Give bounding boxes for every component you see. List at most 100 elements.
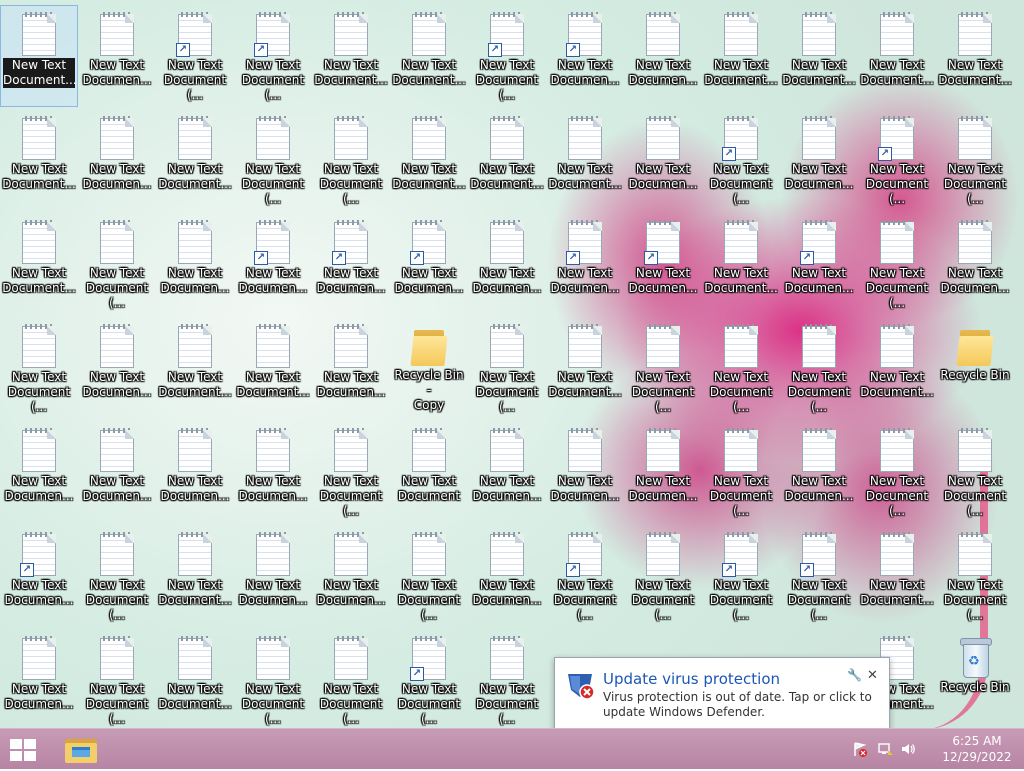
volume-icon[interactable] [900,741,916,757]
desktop-icon-recycle-bin[interactable]: ♻ Recycle Bin [937,630,1013,730]
desktop-icon-text-document[interactable]: New Text Documen... [313,318,389,418]
desktop-icon-folder[interactable]: Recycle Bin [937,318,1013,418]
desktop-icon-text-document[interactable]: New Text Document... [859,6,935,106]
desktop-icon-text-document[interactable]: ↗ New Text Document (... [157,6,233,106]
desktop-icon-text-document[interactable]: ↗ New Text Document (... [391,630,467,730]
desktop-icon-text-document[interactable]: New Text Document (... [235,630,311,730]
desktop-icon-text-document[interactable]: New Text Document... [547,318,623,418]
desktop-icon-text-document[interactable]: ↗ New Text Document (... [235,6,311,106]
desktop-icon-text-document[interactable]: New Text Documen... [79,318,155,418]
desktop-icon-text-document[interactable]: New Text Document [391,422,467,522]
desktop-icon-text-document[interactable]: New Text Documen... [469,214,545,314]
desktop-icon-text-document[interactable]: New Text Document... [391,110,467,210]
desktop-icon-text-document[interactable]: New Text Document... [157,318,233,418]
desktop-icon-text-document[interactable]: New Text Documen... [313,526,389,626]
desktop-icon-text-document[interactable]: New Text Document... [703,214,779,314]
desktop-icon-folder[interactable]: Recycle Bin - Copy [391,318,467,418]
desktop-icon-text-document[interactable]: New Text Documen... [547,422,623,522]
pin-icon[interactable]: 🔧 [847,668,862,682]
desktop-icon-text-document[interactable]: ↗ New Text Document (... [703,110,779,210]
desktop-icon-text-document[interactable]: New Text Document (... [313,630,389,730]
desktop-icon-text-document[interactable]: New Text Document... [313,6,389,106]
desktop-icon-text-document[interactable]: ↗ New Text Documen... [547,214,623,314]
file-explorer-button[interactable] [62,733,100,767]
desktop-icon-text-document[interactable]: New Text Documen... [469,526,545,626]
desktop-icon-text-document[interactable]: New Text Document (... [313,110,389,210]
desktop-icon-text-document[interactable]: New Text Document... [469,110,545,210]
desktop-icon-text-document[interactable]: ↗ New Text Documen... [391,214,467,314]
desktop-icon-text-document[interactable]: ↗ New Text Documen... [781,214,857,314]
desktop-icon-text-document[interactable]: New Text Documen... [157,214,233,314]
desktop-icon-text-document[interactable]: ↗ New Text Document (... [781,526,857,626]
desktop-icon-text-document[interactable]: New Text Document (... [469,318,545,418]
desktop-icon-text-document[interactable]: New Text Document... [1,110,77,210]
desktop-icon-text-document[interactable]: New Text Documen... [235,526,311,626]
action-center-flag-icon[interactable] [852,741,868,757]
desktop-icon-text-document[interactable]: ↗ New Text Document (... [547,526,623,626]
desktop-icon-text-document[interactable]: New Text Documen... [781,422,857,522]
desktop-icon-text-document[interactable]: New Text Document (... [391,526,467,626]
start-button[interactable] [8,737,38,763]
desktop-icon-text-document[interactable]: New Text Document (... [79,630,155,730]
desktop-icon-text-document[interactable]: New Text Document... [235,318,311,418]
desktop-icon-text-document[interactable]: New Text Documen... [625,110,701,210]
desktop-icon-text-document[interactable]: New Text Document... [547,110,623,210]
desktop-icon-text-document[interactable]: New Text Documen... [625,422,701,522]
desktop-icon-text-document[interactable]: New Text Document... [937,6,1013,106]
desktop-icon-text-document[interactable]: New Text Document (... [625,318,701,418]
desktop-icon-text-document[interactable]: New Text Document (... [235,110,311,210]
desktop-icon-text-document[interactable]: ↗ New Text Documen... [235,214,311,314]
desktop-icon-text-document[interactable]: New Text Document (... [937,110,1013,210]
desktop-icon-text-document[interactable]: New Text Document... [391,6,467,106]
text-document-icon [22,12,56,56]
desktop-icon-label: Recycle Bin [940,680,1010,694]
desktop-icon-text-document[interactable]: New Text Document (... [859,422,935,522]
desktop-icon-text-document[interactable]: New Text Documen... [469,422,545,522]
desktop-icon-text-document[interactable]: New Text Document (... [469,630,545,730]
desktop-icon-text-document[interactable]: New Text Documen... [157,422,233,522]
desktop-icon-text-document[interactable]: New Text Document... [859,318,935,418]
desktop-icon-text-document[interactable]: New Text Documen... [79,422,155,522]
desktop-icon-text-document[interactable]: New Text Documen... [235,422,311,522]
desktop-icon-text-document[interactable]: ↗ New Text Document (... [703,526,779,626]
desktop-icon-text-document[interactable]: ↗ New Text Documen... [625,214,701,314]
desktop-icon-text-document[interactable]: New Text Documen... [781,110,857,210]
desktop-icon-text-document[interactable]: New Text Documen... [79,6,155,106]
desktop-icon-text-document[interactable]: New Text Document... [781,6,857,106]
desktop-icon-text-document[interactable]: New Text Document (... [313,422,389,522]
desktop-icon-text-document[interactable]: New Text Document (... [781,318,857,418]
desktop-icon-text-document[interactable]: New Text Documen... [1,422,77,522]
desktop-icon-text-document[interactable]: New Text Document (... [703,318,779,418]
desktop-icon-text-document[interactable]: New Text Document... [157,526,233,626]
desktop-icon-text-document[interactable]: New Text Document (... [625,526,701,626]
desktop-icon-text-document[interactable]: New Text Document... [157,630,233,730]
desktop-icon-text-document[interactable]: New Text Documen... [1,630,77,730]
desktop-icon-text-document[interactable]: ↗ New Text Documen... [313,214,389,314]
desktop-icon-text-document[interactable]: New Text Document... [0,5,78,107]
desktop-icon-text-document[interactable]: New Text Document (... [937,422,1013,522]
desktop-icon-text-document[interactable]: New Text Document (... [859,214,935,314]
desktop-icon-text-document[interactable]: New Text Documen... [79,110,155,210]
desktop[interactable]: New Text Document... New Text Documen... ↗… [0,0,1024,730]
desktop-icon-text-document[interactable]: New Text Document... [703,6,779,106]
network-icon[interactable] [878,741,894,757]
desktop-icon-text-document[interactable]: New Text Document (... [703,422,779,522]
desktop-icon-text-document[interactable]: New Text Documen... [937,214,1013,314]
desktop-icon-text-document[interactable]: New Text Document (... [79,214,155,314]
desktop-icon-text-document[interactable]: New Text Document... [859,526,935,626]
desktop-icon-text-document[interactable]: ↗ New Text Documen... [1,526,77,626]
desktop-icon-text-document[interactable]: ↗ New Text Documen... [547,6,623,106]
notification-toast[interactable]: Update virus protection Virus protection… [554,657,890,731]
clock[interactable]: 6:25 AM 12/29/2022 [942,733,1012,765]
desktop-icon-label: New Text Documen... [784,266,854,295]
desktop-icon-text-document[interactable]: New Text Document (... [79,526,155,626]
desktop-icon-text-document[interactable]: ↗ New Text Document (... [859,110,935,210]
desktop-icon-text-document[interactable]: New Text Documen... [625,6,701,106]
close-icon[interactable]: ✕ [867,668,878,683]
text-document-icon [22,428,56,472]
desktop-icon-text-document[interactable]: New Text Document... [1,214,77,314]
desktop-icon-text-document[interactable]: New Text Document... [157,110,233,210]
desktop-icon-text-document[interactable]: ↗ New Text Document (... [469,6,545,106]
desktop-icon-text-document[interactable]: New Text Document (... [1,318,77,418]
desktop-icon-text-document[interactable]: New Text Document (... [937,526,1013,626]
